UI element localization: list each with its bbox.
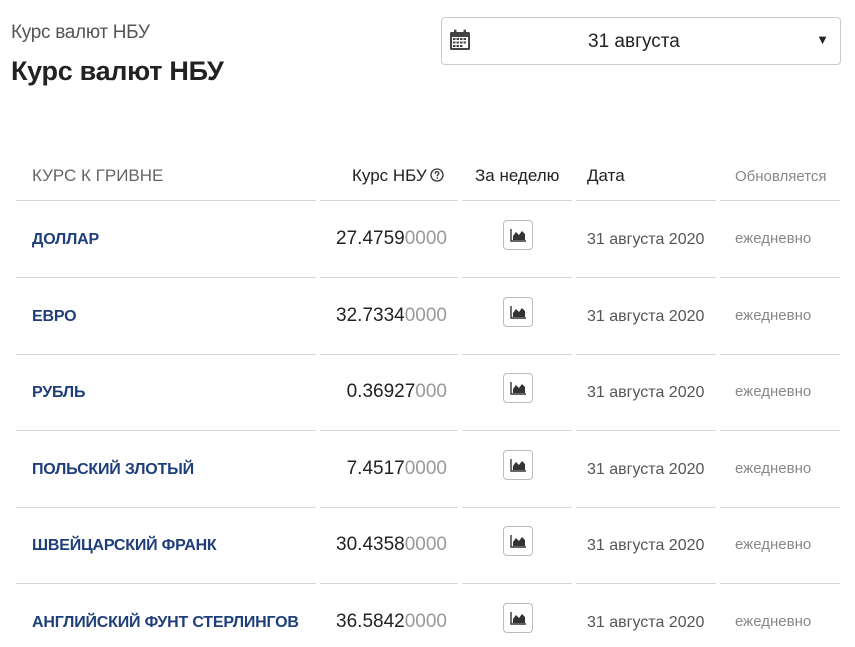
date-select-value: 31 августа — [588, 31, 680, 52]
currency-link[interactable]: ЕВРО — [32, 308, 77, 326]
page-subtitle: Курс валют НБУ — [11, 22, 150, 43]
table-row: РУБЛЬ 0.36927000 31 августа 2020 ежедневно — [0, 354, 855, 430]
area-chart-icon — [510, 459, 526, 472]
area-chart-icon — [510, 612, 526, 625]
rate-value: 7.45170000 — [347, 458, 447, 480]
update-frequency: ежедневно — [735, 536, 812, 553]
weekly-chart-button[interactable] — [503, 373, 533, 403]
column-header-week: За неделю — [475, 166, 560, 185]
rate-date: 31 августа 2020 — [587, 231, 705, 248]
update-frequency: ежедневно — [735, 383, 812, 400]
rate-main: 36.5842 — [336, 611, 405, 632]
rate-rest: 0000 — [404, 228, 447, 249]
column-header-date: Дата — [587, 166, 625, 185]
rate-date: 31 августа 2020 — [587, 308, 705, 325]
weekly-chart-button[interactable] — [503, 450, 533, 480]
rate-date: 31 августа 2020 — [587, 461, 705, 478]
rate-main: 27.4759 — [336, 228, 405, 249]
calendar-icon — [450, 29, 470, 50]
date-select[interactable]: 31 августа ▼ — [441, 17, 841, 65]
help-icon[interactable] — [430, 168, 444, 182]
rate-rest: 0000 — [404, 305, 447, 326]
currency-link[interactable]: АНГЛИЙСКИЙ ФУНТ СТЕРЛИНГОВ — [32, 614, 299, 632]
currency-link[interactable]: РУБЛЬ — [32, 384, 85, 402]
update-frequency: ежедневно — [735, 460, 812, 477]
rate-main: 32.7334 — [336, 305, 405, 326]
update-frequency: ежедневно — [735, 230, 812, 247]
rate-value: 0.36927000 — [347, 381, 447, 403]
weekly-chart-button[interactable] — [503, 603, 533, 633]
rate-rest: 0000 — [404, 534, 447, 555]
rate-main: 7.4517 — [346, 458, 405, 479]
rate-value: 32.73340000 — [336, 305, 447, 327]
weekly-chart-button[interactable] — [503, 220, 533, 250]
area-chart-icon — [510, 382, 526, 395]
rate-value: 30.43580000 — [336, 534, 447, 556]
update-frequency: ежедневно — [735, 613, 812, 630]
rate-value: 36.58420000 — [336, 611, 447, 633]
update-frequency: ежедневно — [735, 307, 812, 324]
rate-main: 0.36927 — [346, 381, 416, 402]
currency-link[interactable]: ШВЕЙЦАРСКИЙ ФРАНК — [32, 537, 217, 555]
chevron-down-icon: ▼ — [816, 32, 829, 47]
page-title: Курс валют НБУ — [11, 56, 224, 86]
area-chart-icon — [510, 306, 526, 319]
rate-main: 30.4358 — [336, 534, 405, 555]
rate-value: 27.47590000 — [336, 228, 447, 250]
table-row: ПОЛЬСКИЙ ЗЛОТЫЙ 7.45170000 31 августа 2020… — [0, 431, 855, 507]
table-row: ШВЕЙЦАРСКИЙ ФРАНК 30.43580000 31 августа 2… — [0, 507, 855, 583]
rate-date: 31 августа 2020 — [587, 384, 705, 401]
weekly-chart-button[interactable] — [503, 297, 533, 327]
currency-link[interactable]: ДОЛЛАР — [32, 231, 99, 249]
column-header-rate-label: Курс НБУ — [352, 166, 427, 185]
area-chart-icon — [510, 229, 526, 242]
weekly-chart-button[interactable] — [503, 526, 533, 556]
column-header-updated: Обновляется — [735, 168, 827, 185]
table-row: ЕВРО 32.73340000 31 августа 2020 ежедневно — [0, 278, 855, 354]
rate-date: 31 августа 2020 — [587, 537, 705, 554]
rate-rest: 0000 — [404, 611, 447, 632]
rate-rest: 0000 — [404, 458, 447, 479]
table-row: АНГЛИЙСКИЙ ФУНТ СТЕРЛИНГОВ 36.58420000 31 … — [0, 584, 855, 647]
rate-rest: 000 — [415, 381, 447, 402]
rate-date: 31 августа 2020 — [587, 614, 705, 631]
column-header-currency: КУРС К ГРИВНЕ — [32, 166, 164, 185]
currency-link[interactable]: ПОЛЬСКИЙ ЗЛОТЫЙ — [32, 461, 194, 479]
area-chart-icon — [510, 535, 526, 548]
column-header-rate: Курс НБУ — [352, 166, 444, 186]
table-row: ДОЛЛАР 27.47590000 31 августа 2020 ежедневн… — [0, 201, 855, 277]
